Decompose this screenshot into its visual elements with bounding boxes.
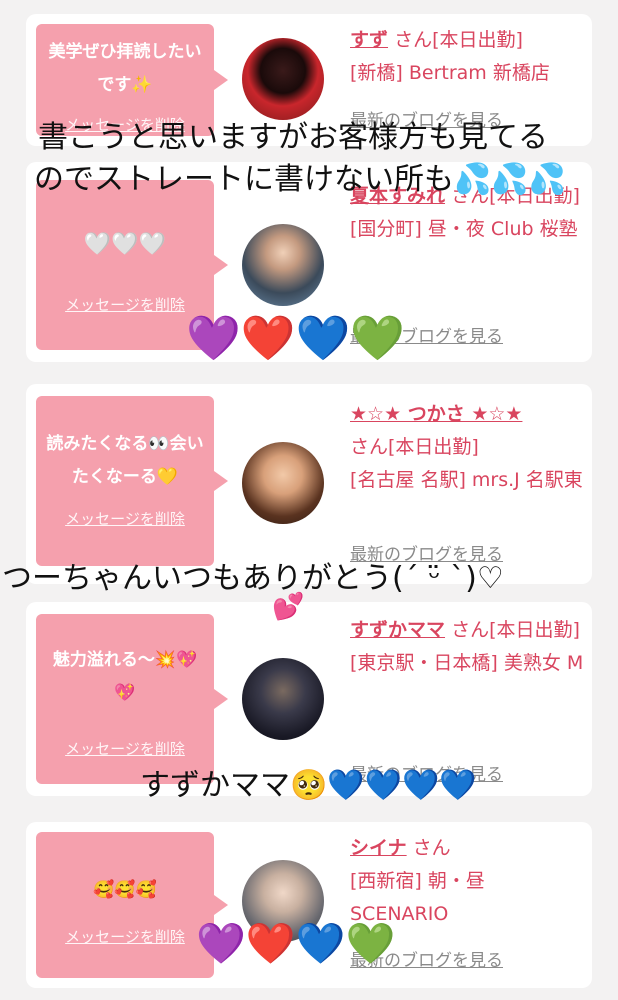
status-text: さん — [412, 837, 451, 859]
avatar[interactable] — [242, 38, 324, 120]
status-text: さん[本日出勤] — [451, 619, 580, 641]
message-bubble: 読みたくなる👀会いたくなーる💛 メッセージを削除 — [36, 396, 228, 566]
blue-heart-icon: 💙 — [295, 313, 351, 364]
delete-message-link[interactable]: メッセージを削除 — [36, 508, 214, 529]
message-text: 美学ぜひ拝読したいです✨ — [48, 42, 202, 95]
overlay-caption: のでストレートに書けない所も💦💦💦 — [34, 162, 567, 197]
sparkling-hearts-icon: 💕 — [272, 592, 305, 622]
overlay-caption: 書こうと思いますがお客様方も見てる — [38, 120, 548, 155]
red-heart-icon: ❤️ — [245, 921, 296, 967]
girl-name-link[interactable]: すず — [350, 29, 388, 51]
delete-message-link[interactable]: メッセージを削除 — [36, 926, 214, 947]
hearts-sticker: 💜❤️💙💚 — [196, 920, 395, 967]
message-text: 🥰🥰🥰 — [93, 880, 157, 900]
avatar[interactable] — [242, 658, 324, 740]
message-text: 🤍🤍🤍 — [83, 232, 167, 257]
shop-text: [新橋] Bertram 新橋店 — [350, 62, 550, 84]
purple-heart-icon: 💜 — [196, 921, 246, 967]
girl-name-link[interactable]: すずかママ — [350, 619, 445, 641]
blue-heart-icon: 💙 — [295, 921, 346, 967]
avatar[interactable] — [242, 224, 324, 306]
hearts-sticker: 💜❤️💙💚 — [186, 312, 405, 364]
girl-name-link[interactable]: ★☆★ つかさ ★☆★ — [350, 398, 585, 431]
overlay-caption: すずかママ🥺💙💙💙💙 — [140, 768, 477, 803]
red-heart-icon: ❤️ — [240, 313, 296, 364]
green-heart-icon: 💚 — [345, 921, 396, 967]
shop-text: [国分町] 昼・夜 Club 桜塾 — [350, 218, 578, 240]
green-heart-icon: 💚 — [350, 313, 406, 364]
message-bubble: 魅力溢れる〜💥💖💖 メッセージを削除 — [36, 614, 228, 784]
message-text: 魅力溢れる〜💥💖💖 — [52, 650, 198, 703]
overlay-caption: つーちゃんいつもありがとう(´ ᵕ̈ `)♡ — [2, 561, 504, 596]
shop-text: [東京駅・日本橋] 美熟女 M — [350, 652, 584, 674]
message-bubble: 🥰🥰🥰 メッセージを削除 — [36, 832, 228, 978]
delete-message-link[interactable]: メッセージを削除 — [36, 738, 214, 759]
message-text: 読みたくなる👀会いたくなーる💛 — [46, 434, 204, 487]
girl-name-link[interactable]: シイナ — [350, 837, 407, 859]
purple-heart-icon: 💜 — [186, 313, 241, 364]
avatar[interactable] — [242, 442, 324, 524]
status-text: さん[本日出勤] — [350, 436, 479, 458]
shop-text: [名古屋 名駅] mrs.J 名駅東 — [350, 469, 583, 491]
status-text: さん[本日出勤] — [394, 29, 523, 51]
